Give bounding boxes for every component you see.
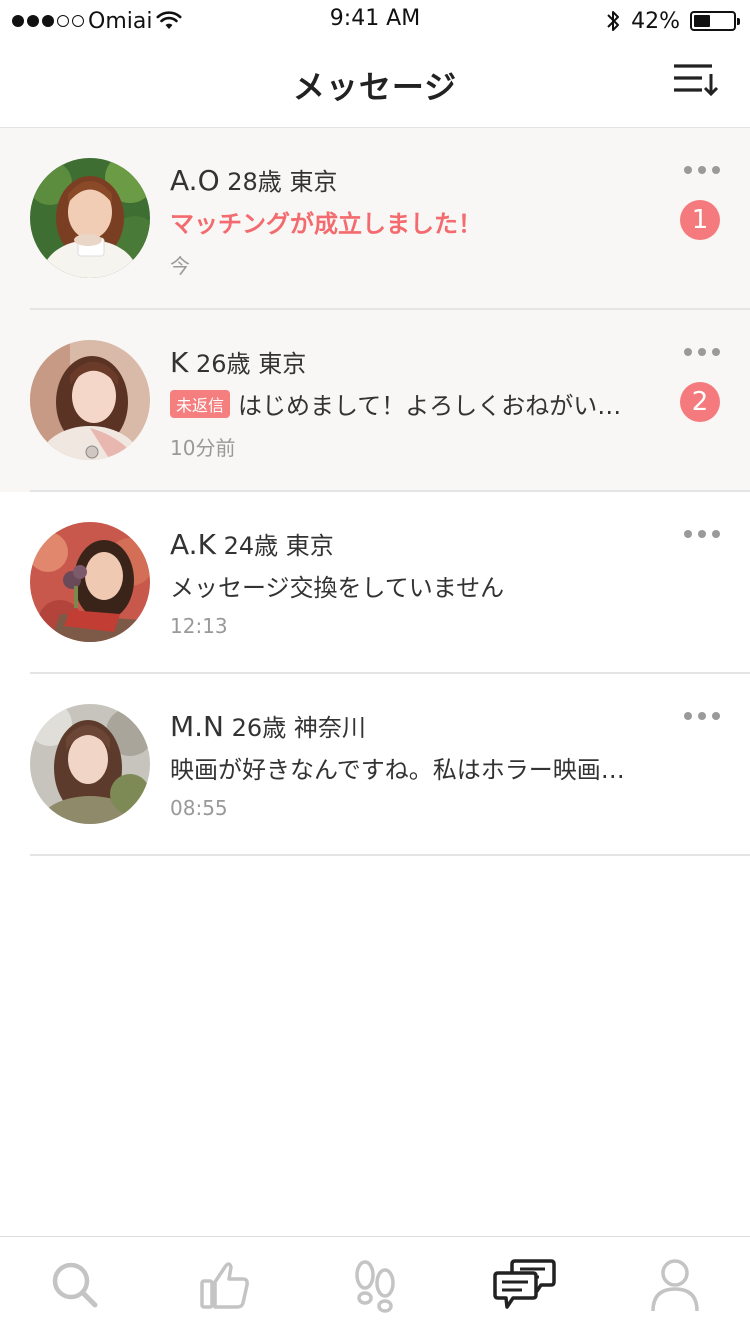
user-initials: A.O: [170, 164, 220, 197]
battery-level: [694, 15, 710, 27]
unread-count-badge: 1: [680, 200, 720, 240]
avatar[interactable]: [30, 522, 150, 642]
user-age: 26歳: [231, 714, 287, 742]
page-title: メッセージ: [292, 68, 458, 106]
sort-down-icon[interactable]: [670, 60, 720, 100]
user-initials: K: [170, 346, 189, 379]
profile-icon[interactable]: [645, 1255, 705, 1315]
user-age: 24歳: [223, 532, 279, 560]
user-initials: M.N: [170, 710, 225, 743]
message-list: A.O 28歳 東京 マッチングが成立しました！ 今 1 K 26歳 東京 未返…: [0, 128, 750, 856]
user-age: 26歳: [196, 350, 251, 378]
messages-icon[interactable]: [493, 1255, 557, 1315]
user-name-line: A.O 28歳 東京: [170, 162, 337, 197]
battery-icon: [690, 11, 740, 31]
footprints-icon[interactable]: [345, 1255, 405, 1315]
user-name-line: K 26歳 東京: [170, 344, 306, 379]
status-bar: Omiai 9:41 AM 42%: [0, 0, 750, 40]
message-preview: マッチングが成立しました！: [170, 210, 482, 238]
avatar[interactable]: [30, 158, 150, 278]
user-initials: A.K: [170, 528, 216, 561]
message-row[interactable]: A.K 24歳 東京 メッセージ交換をしていません 12:13: [0, 492, 750, 674]
message-row[interactable]: M.N 26歳 神奈川 映画が好きなんですね。私はホラー映画… 08:55: [0, 674, 750, 856]
battery-percent: 42%: [631, 8, 680, 34]
bluetooth-icon: [607, 11, 620, 31]
message-preview: メッセージ交換をしていません: [170, 574, 505, 602]
more-options-icon[interactable]: [684, 348, 720, 356]
message-time: 08:55: [170, 796, 228, 820]
avatar[interactable]: [30, 704, 150, 824]
message-preview: はじめまして！よろしくおねがい…: [238, 392, 622, 420]
message-time: 12:13: [170, 614, 228, 638]
message-row[interactable]: K 26歳 東京 未返信 はじめまして！よろしくおねがい… 10分前 2: [0, 310, 750, 492]
avatar[interactable]: [30, 340, 150, 460]
message-time: 今: [170, 254, 190, 278]
message-row[interactable]: A.O 28歳 東京 マッチングが成立しました！ 今 1: [0, 128, 750, 310]
unread-count-badge: 2: [680, 382, 720, 422]
navigation-bar: メッセージ: [0, 40, 750, 128]
more-options-icon[interactable]: [684, 530, 720, 538]
user-age: 28歳: [227, 168, 282, 196]
user-name-line: A.K 24歳 東京: [170, 526, 334, 561]
like-icon[interactable]: [195, 1255, 255, 1315]
user-location: 東京: [289, 168, 338, 196]
user-location: 神奈川: [293, 714, 366, 742]
user-location: 東京: [285, 532, 334, 560]
tab-bar: [0, 1236, 750, 1334]
status-right: 42%: [605, 6, 740, 36]
user-name-line: M.N 26歳 神奈川: [170, 708, 366, 743]
more-options-icon[interactable]: [684, 166, 720, 174]
search-icon[interactable]: [45, 1255, 105, 1315]
message-time: 10分前: [170, 436, 236, 460]
row-divider: [30, 854, 750, 856]
message-preview: 映画が好きなんですね。私はホラー映画…: [170, 756, 625, 784]
message-preview-line: 未返信 はじめまして！よろしくおねがい…: [170, 386, 621, 421]
unreplied-tag: 未返信: [170, 390, 231, 418]
user-location: 東京: [258, 350, 307, 378]
more-options-icon[interactable]: [684, 712, 720, 720]
